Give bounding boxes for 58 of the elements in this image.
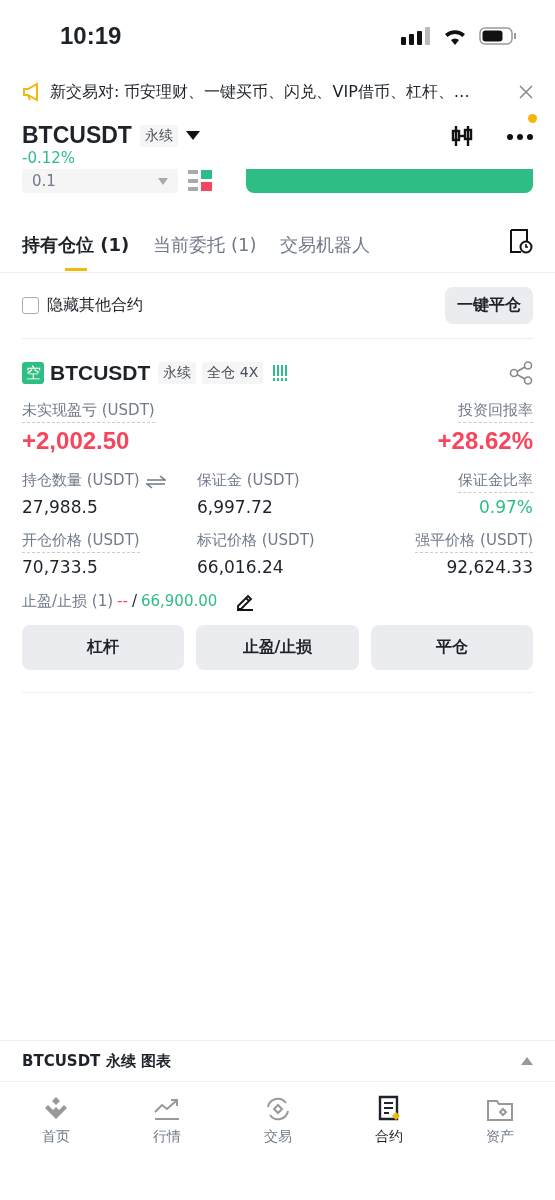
short-badge: 空 [22, 362, 44, 384]
field-label[interactable]: 开仓价格 (USDT) [22, 531, 140, 553]
dropdown-caret-icon[interactable] [185, 130, 200, 141]
stop-loss-value: 66,900.00 [140, 592, 218, 610]
chart-toggle-label[interactable]: BTCUSDT 永续 图表 [22, 1051, 171, 1071]
separator-text: / [131, 592, 137, 610]
history-icon[interactable] [509, 227, 533, 254]
pnl-value: +2,002.50 [22, 427, 130, 455]
field-label[interactable]: 强平价格 (USDT) [415, 531, 533, 553]
announcement-text[interactable]: 新交易对: 币安理财、一键买币、闪兑、VIP借币、杠杆、… [50, 81, 511, 103]
position-tab[interactable]: 持有仓位 (1) [22, 220, 130, 271]
order-book-icon[interactable] [188, 170, 212, 192]
status-time: 10:19 [60, 22, 122, 50]
nav-item[interactable]: 交易 [222, 1094, 333, 1200]
field-label[interactable]: 保证金比率 [458, 471, 533, 493]
field-value: 6,997.72 [197, 497, 273, 517]
nav-item[interactable]: 合约 [333, 1094, 444, 1200]
price-change: -0.12% [21, 149, 77, 167]
field-value: 27,988.5 [22, 497, 98, 517]
position-tab[interactable]: 交易机器人 [280, 220, 371, 271]
checkbox[interactable] [22, 297, 39, 314]
position-tab[interactable]: 当前委托 (1) [153, 220, 257, 271]
roi-label[interactable]: 投资回报率 [458, 401, 533, 423]
quantity-field[interactable]: 0.1 [22, 169, 178, 193]
wifi-icon [443, 27, 467, 45]
nav-item[interactable]: 首页 [0, 1094, 111, 1200]
nav-item[interactable]: 行情 [111, 1094, 222, 1200]
caret-icon [158, 177, 168, 185]
caret-up-icon[interactable] [521, 1057, 533, 1065]
nav-item[interactable]: 资产 [444, 1094, 555, 1200]
more-icon[interactable] [507, 133, 533, 141]
position-symbol: BTCUSDT [50, 361, 151, 385]
field-label: 保证金 (USDT) [197, 471, 300, 491]
close-all-button[interactable]: 一键平仓 [445, 287, 533, 324]
field-label: 标记价格 (USDT) [197, 531, 315, 551]
position-tag: 永续 [158, 362, 197, 384]
action-button[interactable]: 止盈/止损 [196, 625, 359, 670]
tpsl-label: 止盈/止损 (1) [22, 591, 114, 611]
close-icon[interactable] [519, 85, 533, 99]
contract-tag: 永续 [139, 124, 178, 147]
field-value: 92,624.33 [446, 557, 533, 577]
action-button[interactable]: 杠杆 [22, 625, 185, 670]
candlestick-icon[interactable] [451, 123, 473, 148]
field-value: 0.97% [479, 497, 533, 517]
field-value: 70,733.5 [22, 557, 98, 577]
field-label: 持仓数量 (USDT) [22, 471, 140, 491]
share-icon[interactable] [509, 361, 533, 385]
take-profit-value: -- [117, 592, 128, 610]
field-value: 66,016.24 [197, 557, 284, 577]
position-tag: 全仓 4X [202, 362, 264, 384]
roi-value: +28.62% [437, 427, 533, 455]
signal-icon [401, 27, 431, 45]
battery-icon [479, 27, 517, 45]
checkbox-label: 隐藏其他合约 [47, 295, 143, 316]
swap-icon[interactable] [145, 475, 166, 489]
pnl-label[interactable]: 未实现盈亏 (USDT) [22, 401, 155, 423]
symbol-title[interactable]: BTCUSDT [22, 122, 132, 149]
action-button[interactable]: 平仓 [370, 625, 533, 670]
